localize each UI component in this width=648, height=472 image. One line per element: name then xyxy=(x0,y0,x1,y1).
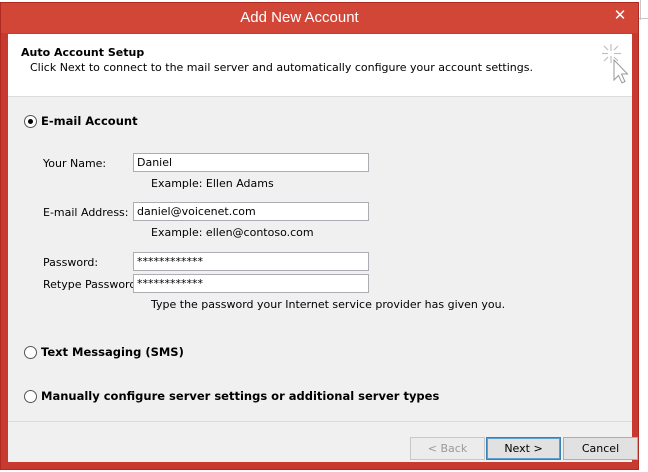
window-title: Add New Account xyxy=(240,9,359,26)
add-account-dialog: Add New Account ✕ Auto Account Setup Cli… xyxy=(0,2,639,470)
retype-password-label: Retype Password: xyxy=(43,278,141,291)
dialog-header: Auto Account Setup Click Next to connect… xyxy=(8,34,632,97)
footer-divider xyxy=(8,421,632,422)
radio-selected-indicator xyxy=(24,114,37,128)
radio-unselected-indicator xyxy=(24,389,37,403)
magic-wand-cursor-icon xyxy=(602,44,629,84)
name-field[interactable]: Daniel xyxy=(133,153,369,172)
email-account-label: E-mail Account xyxy=(41,114,138,128)
cancel-button[interactable]: Cancel xyxy=(563,437,638,460)
dialog-body: Auto Account Setup Click Next to connect… xyxy=(8,34,638,462)
sms-radio[interactable]: Text Messaging (SMS) xyxy=(24,345,184,359)
back-button[interactable]: < Back xyxy=(410,437,485,460)
password-hint: Type the password your Internet service … xyxy=(151,298,506,311)
name-label: Your Name: xyxy=(43,157,107,170)
sms-label: Text Messaging (SMS) xyxy=(41,345,184,359)
close-icon: ✕ xyxy=(613,6,627,24)
manual-config-radio[interactable]: Manually configure server settings or ad… xyxy=(24,389,439,403)
name-example: Example: Ellen Adams xyxy=(151,177,274,190)
next-button[interactable]: Next > xyxy=(486,437,561,460)
email-label: E-mail Address: xyxy=(43,206,129,219)
email-field[interactable]: daniel@voicenet.com xyxy=(133,202,369,221)
password-label: Password: xyxy=(43,256,99,269)
radio-unselected-indicator xyxy=(24,345,37,359)
retype-password-field[interactable]: ************ xyxy=(133,274,369,293)
email-account-radio[interactable]: E-mail Account xyxy=(24,114,138,128)
header-subtitle: Click Next to connect to the mail server… xyxy=(30,61,533,74)
manual-config-label: Manually configure server settings or ad… xyxy=(41,389,440,403)
header-title: Auto Account Setup xyxy=(21,46,145,59)
title-bar[interactable]: Add New Account ✕ xyxy=(1,3,638,33)
background-border xyxy=(640,0,641,20)
close-button[interactable]: ✕ xyxy=(602,3,638,27)
password-field[interactable]: ************ xyxy=(133,252,369,271)
email-example: Example: ellen@contoso.com xyxy=(151,226,314,239)
